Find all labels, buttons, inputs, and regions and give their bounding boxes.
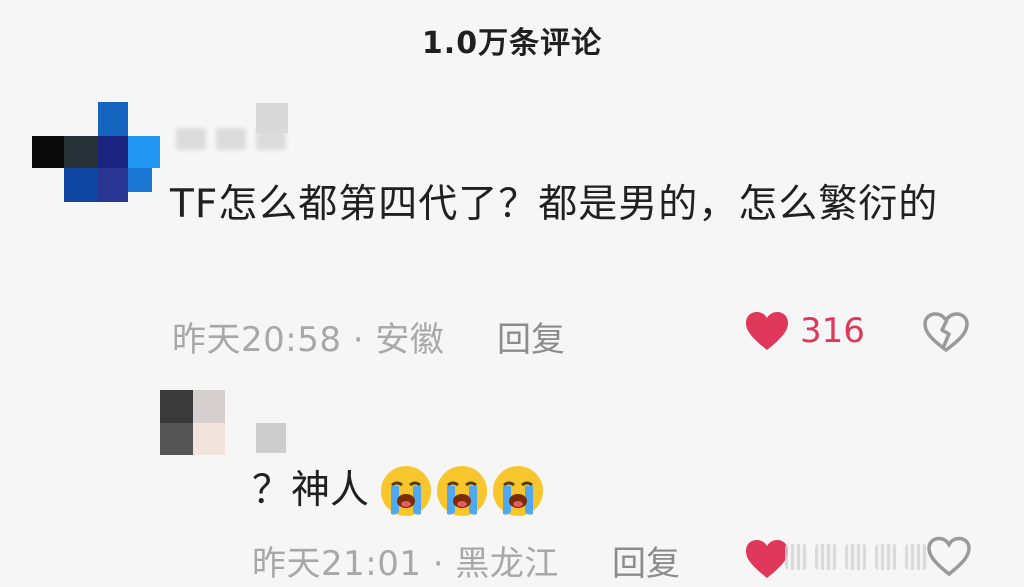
avatar-pixel	[98, 136, 128, 168]
watermark	[785, 540, 935, 574]
reply-avatar[interactable]	[160, 390, 230, 456]
avatar-pixel	[128, 136, 160, 168]
avatar-pixel	[193, 423, 225, 455]
avatar-pixel	[193, 390, 225, 423]
avatar-pixel	[32, 136, 64, 168]
reply-username-blurred	[256, 423, 286, 453]
avatar-pixel	[128, 168, 152, 192]
heart-icon	[746, 540, 788, 578]
like-button[interactable]: 316	[744, 310, 865, 352]
broken-heart-icon	[927, 536, 971, 577]
watermark-glyph	[815, 544, 837, 570]
avatar-pixel	[64, 136, 98, 168]
loudly-crying-face-emoji	[381, 466, 432, 516]
reply-reply-button[interactable]: 回复	[612, 536, 680, 585]
avatar[interactable]	[32, 102, 164, 212]
comment-count-title: 1.0万条评论	[421, 26, 603, 61]
broken-heart-icon	[923, 312, 969, 353]
avatar-pixel	[160, 390, 193, 423]
like-count: 316	[800, 311, 865, 351]
reply-meta: 昨天21:01 · 黑龙江	[252, 544, 559, 584]
loudly-crying-face-emoji	[493, 466, 544, 516]
comment-text: TF怎么都第四代了？都是男的，怎么繁衍的	[170, 182, 939, 227]
watermark-glyph	[905, 544, 927, 570]
avatar-pixel	[98, 168, 128, 202]
reply-text: ？神人	[252, 468, 370, 513]
watermark-glyph	[785, 544, 807, 570]
reply-like-button[interactable]	[744, 538, 790, 584]
watermark-glyph	[845, 544, 867, 570]
heart-icon	[746, 312, 788, 350]
emoji-group	[379, 464, 545, 518]
avatar-pixel	[64, 168, 98, 202]
comment-meta: 昨天20:58 · 安徽	[172, 320, 445, 360]
reply-button[interactable]: 回复	[497, 312, 565, 361]
reply-text-row: ？神人	[252, 462, 545, 520]
avatar-pixel	[160, 423, 193, 455]
avatar-pixel	[256, 103, 288, 133]
avatar-pixel	[98, 102, 128, 136]
loudly-crying-face-emoji	[437, 466, 488, 516]
dislike-button[interactable]	[922, 311, 970, 357]
comments-panel: 1.0万条评论 TF怎么都第四代了？都是男的，怎么繁衍的 昨天20:58 · 安…	[0, 0, 1024, 587]
reply-dislike-button[interactable]	[926, 536, 972, 580]
watermark-glyph	[875, 544, 897, 570]
